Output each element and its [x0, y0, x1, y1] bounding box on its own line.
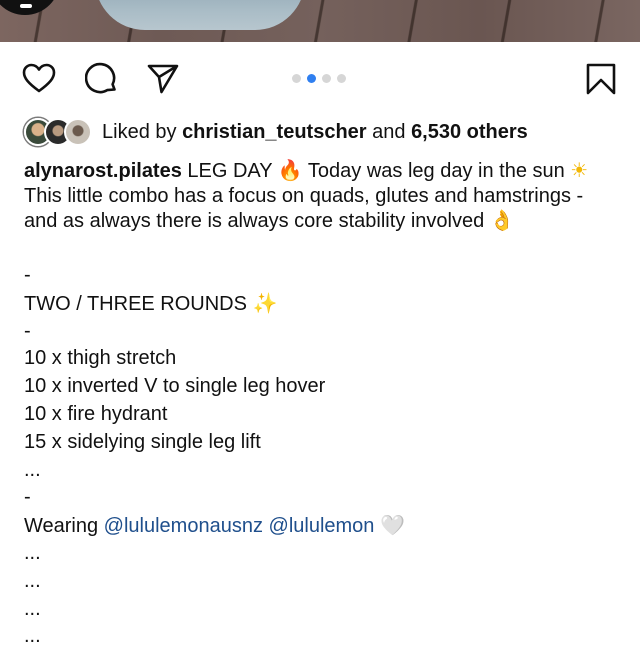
ok-hand-emoji: 👌 — [489, 208, 515, 232]
caption-line: TWO / THREE ROUNDS ✨ — [24, 290, 620, 318]
paper-plane-icon[interactable] — [146, 62, 180, 96]
likes-row[interactable]: Liked by christian_teutscher and 6,530 o… — [24, 118, 528, 146]
caption-text: LEG DAY — [181, 160, 278, 182]
avatar[interactable] — [64, 118, 92, 146]
mention-link[interactable]: @lululemon — [269, 515, 375, 537]
likes-count[interactable]: 6,530 others — [411, 121, 528, 143]
carousel-dot — [322, 74, 331, 83]
exercise-line: 10 x inverted V to single leg hover — [24, 375, 326, 398]
heart-outline-icon[interactable] — [22, 62, 56, 96]
rounds-text: TWO / THREE ROUNDS — [24, 292, 253, 315]
mention-link[interactable]: @lululemonausnz — [104, 515, 263, 537]
likes-prefix: Liked by — [102, 121, 183, 143]
caption-line: ... — [24, 625, 41, 648]
carousel-dot — [292, 74, 301, 83]
caption-username[interactable]: alynarost.pilates — [24, 160, 182, 182]
bookmark-outline-icon[interactable] — [584, 62, 618, 96]
caption-line: - — [24, 264, 31, 286]
caption-line: ... — [24, 597, 41, 620]
caption-body: - TWO / THREE ROUNDS ✨ - 10 x thigh stre… — [24, 262, 620, 651]
carousel-indicator — [292, 74, 346, 84]
liker-avatars[interactable] — [24, 118, 96, 146]
exercise-line: 10 x fire hydrant — [24, 402, 168, 425]
wearing-text: Wearing — [24, 515, 104, 538]
likes-middle: and — [366, 121, 412, 143]
caption-line: ... — [24, 541, 41, 564]
exercise-line: 15 x sidelying single leg lift — [24, 430, 261, 453]
caption-line: - — [24, 319, 31, 342]
wearing-line: Wearing @lululemonausnz @lululemon 🤍 — [24, 512, 620, 540]
comment-bubble-icon[interactable] — [85, 62, 119, 96]
carousel-dot-active — [307, 74, 316, 83]
sun-emoji: ☀ — [570, 158, 589, 182]
caption-line: - — [24, 486, 31, 509]
post-caption: alynarost.pilates LEG DAY 🔥 Today was le… — [24, 158, 620, 234]
caption-text: Today was leg day in the sun — [302, 160, 571, 182]
exercise-ball — [95, 0, 305, 30]
white-heart-emoji: 🤍 — [380, 513, 405, 538]
liker-username[interactable]: christian_teutscher — [182, 121, 367, 143]
sparkles-emoji: ✨ — [252, 290, 278, 315]
exercise-line: 10 x thigh stretch — [24, 347, 177, 370]
likes-summary[interactable]: Liked by christian_teutscher and 6,530 o… — [102, 118, 528, 146]
caption-line: ... — [24, 458, 41, 481]
carousel-dot — [337, 74, 346, 83]
image-tag-badge[interactable] — [0, 0, 60, 15]
post-image[interactable] — [0, 0, 640, 42]
fire-emoji: 🔥 — [277, 158, 303, 182]
caption-line: ... — [24, 569, 41, 592]
tag-minus-icon — [20, 4, 32, 8]
